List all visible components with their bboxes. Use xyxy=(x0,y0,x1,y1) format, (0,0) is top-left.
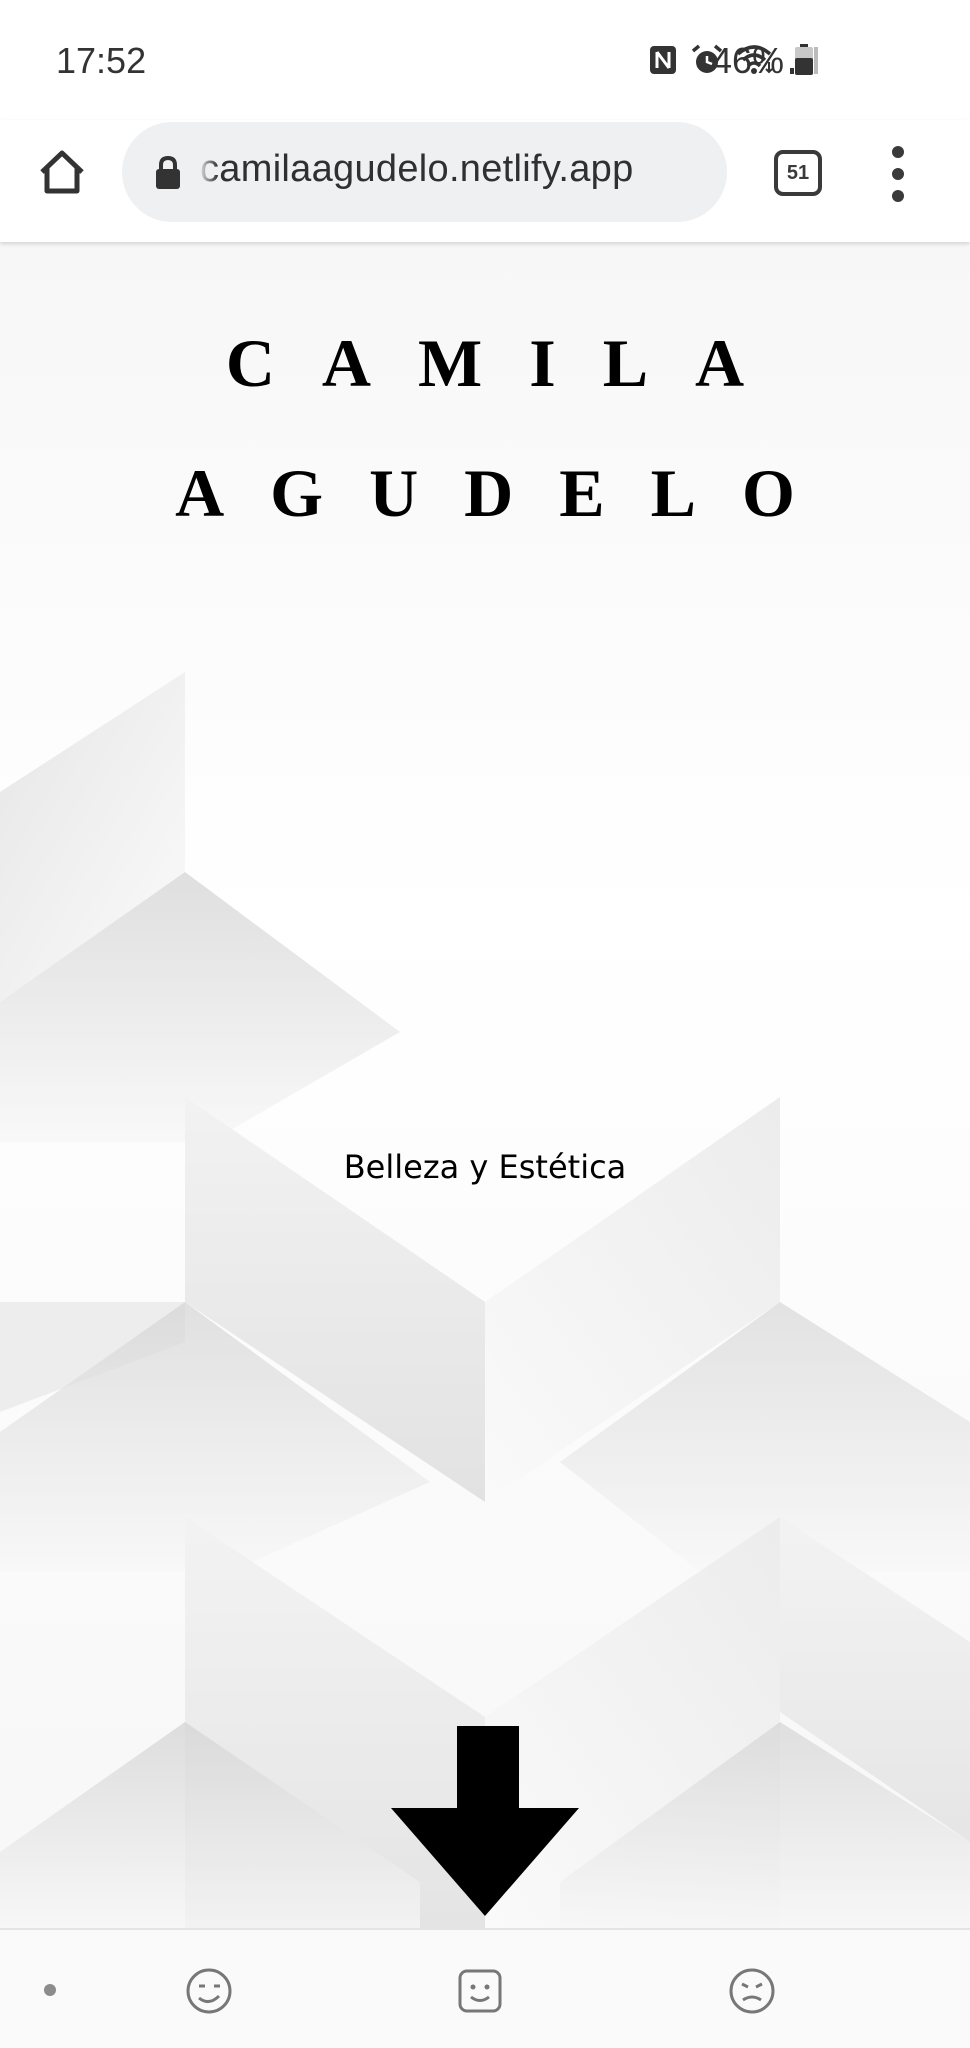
nfc-icon xyxy=(648,44,678,76)
bottom-suggestion-strip xyxy=(0,1928,970,2048)
tabs-button[interactable]: 51 xyxy=(774,150,822,196)
home-icon xyxy=(40,150,84,194)
url-text[interactable]: camilaagudelo.netlify.app xyxy=(200,148,634,191)
url-bar[interactable]: camilaagudelo.netlify.app xyxy=(122,122,727,222)
status-bar: 17:52 46% xyxy=(0,0,970,120)
menu-dot xyxy=(892,168,904,180)
down-arrow-icon[interactable] xyxy=(391,1726,579,1928)
battery-percentage: 46% xyxy=(712,40,785,81)
dot-icon[interactable] xyxy=(44,1984,56,1996)
menu-dot xyxy=(892,190,904,202)
home-button[interactable] xyxy=(32,142,92,202)
tagline: Belleza y Estética xyxy=(343,1148,627,1186)
site-title-last-name: AGUDELO xyxy=(175,455,841,531)
battery-icon xyxy=(794,44,814,76)
status-time: 17:52 xyxy=(56,40,147,81)
emoji-icon[interactable] xyxy=(184,1966,234,2016)
sticker-icon[interactable] xyxy=(455,1966,505,2016)
menu-button[interactable] xyxy=(876,146,920,202)
web-page: CAMILA AGUDELO Belleza y Estética xyxy=(0,242,970,1928)
site-title-first-name: CAMILA xyxy=(225,325,792,401)
url-fade xyxy=(198,122,218,222)
emoji-alt-icon[interactable] xyxy=(727,1966,777,2016)
browser-toolbar: camilaagudelo.netlify.app 51 xyxy=(0,120,970,242)
menu-dot xyxy=(892,146,904,158)
lock-icon xyxy=(154,155,182,190)
